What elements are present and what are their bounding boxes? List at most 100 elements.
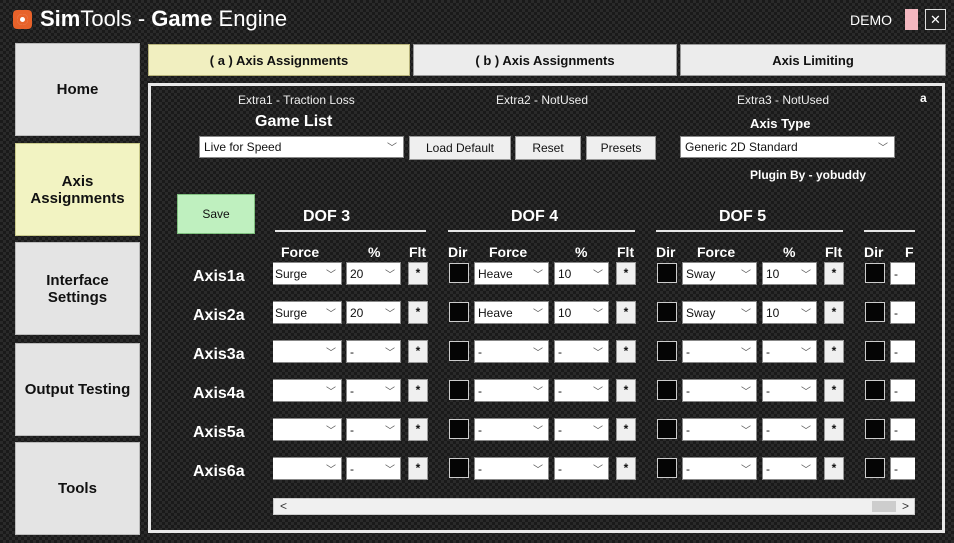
dof3-force-select[interactable]: Surge ﹀ <box>273 301 342 324</box>
presets-button[interactable]: Presets <box>586 136 656 160</box>
dof4-flt-button[interactable]: * <box>616 457 636 480</box>
dof4-force-select[interactable]: - ﹀ <box>474 457 549 480</box>
dof5-dir-checkbox[interactable] <box>657 419 677 439</box>
dof6-force-select[interactable]: -﹀ <box>890 262 915 285</box>
dof5-force-select[interactable]: - ﹀ <box>682 379 757 402</box>
dof4-force-select[interactable]: Heave ﹀ <box>474 262 549 285</box>
dof3-force-select[interactable]: ﹀ <box>273 457 342 480</box>
scroll-left-icon[interactable]: < <box>280 499 287 513</box>
sidebar-item-tools[interactable]: Tools <box>15 442 140 535</box>
tab-axis-limiting[interactable]: Axis Limiting <box>680 44 946 76</box>
dof5-dir-checkbox[interactable] <box>657 302 677 322</box>
dof5-flt-button[interactable]: * <box>824 262 844 285</box>
dof4-percent-select[interactable]: - ﹀ <box>554 340 609 363</box>
dof5-dir-checkbox[interactable] <box>657 263 677 283</box>
dof6-dir-checkbox[interactable] <box>865 458 885 478</box>
axis-label: Axis3a <box>193 346 245 363</box>
dof5-force-select[interactable]: - ﹀ <box>682 340 757 363</box>
dof4-flt-button[interactable]: * <box>616 340 636 363</box>
dof3-force-select[interactable]: ﹀ <box>273 340 342 363</box>
dof4-force-select[interactable]: Heave ﹀ <box>474 301 549 324</box>
dof4-flt-button[interactable]: * <box>616 379 636 402</box>
dof4-percent-select[interactable]: - ﹀ <box>554 379 609 402</box>
dof4-force-select[interactable]: - ﹀ <box>474 340 549 363</box>
dof5-percent-select[interactable]: 10 ﹀ <box>762 301 817 324</box>
dof4-percent-select[interactable]: 10 ﹀ <box>554 301 609 324</box>
dof4-percent-select[interactable]: - ﹀ <box>554 457 609 480</box>
dof6-force-select[interactable]: -﹀ <box>890 340 915 363</box>
dof5-percent-select[interactable]: - ﹀ <box>762 340 817 363</box>
dof5-force-select[interactable]: Sway ﹀ <box>682 301 757 324</box>
dof5-dir-checkbox[interactable] <box>657 458 677 478</box>
dof3-flt-button[interactable]: * <box>408 301 428 324</box>
dof3-percent-select[interactable]: - ﹀ <box>346 340 401 363</box>
dof6-force-select[interactable]: -﹀ <box>890 379 915 402</box>
dof6-dir-checkbox[interactable] <box>865 380 885 400</box>
dof5-dir-checkbox[interactable] <box>657 380 677 400</box>
dof6-force-select[interactable]: -﹀ <box>890 418 915 441</box>
dof5-force-select[interactable]: - ﹀ <box>682 418 757 441</box>
dof4-percent-select[interactable]: 10 ﹀ <box>554 262 609 285</box>
horizontal-scrollbar[interactable]: < > <box>273 498 915 515</box>
dof3-percent-select[interactable]: - ﹀ <box>346 379 401 402</box>
dof3-percent-select[interactable]: 20 ﹀ <box>346 262 401 285</box>
dof3-flt-button[interactable]: * <box>408 340 428 363</box>
dof3-force-select[interactable]: ﹀ <box>273 379 342 402</box>
sidebar-item-interface-settings[interactable]: Interface Settings <box>15 242 140 335</box>
tab-axis-assignments-b[interactable]: ( b ) Axis Assignments <box>413 44 677 76</box>
dof6-dir-checkbox[interactable] <box>865 263 885 283</box>
dof6-dir-checkbox[interactable] <box>865 419 885 439</box>
dof4-dir-checkbox[interactable] <box>449 302 469 322</box>
dof4-flt-button[interactable]: * <box>616 301 636 324</box>
dof4-dir-checkbox[interactable] <box>449 380 469 400</box>
dof5-dir-checkbox[interactable] <box>657 341 677 361</box>
dof5-flt-button[interactable]: * <box>824 418 844 441</box>
sidebar-item-output-testing[interactable]: Output Testing <box>15 343 140 436</box>
dof3-percent-select[interactable]: 20 ﹀ <box>346 301 401 324</box>
dof4-dir-checkbox[interactable] <box>449 458 469 478</box>
dof5-force-select[interactable]: - ﹀ <box>682 457 757 480</box>
game-list-select[interactable]: Live for Speed ﹀ <box>199 136 404 158</box>
chevron-down-icon: ﹀ <box>801 425 811 437</box>
dof3-flt-button[interactable]: * <box>408 418 428 441</box>
chevron-down-icon: ﹀ <box>533 464 543 476</box>
dof4-flt-button[interactable]: * <box>616 418 636 441</box>
dof6-force-select[interactable]: -﹀ <box>890 301 915 324</box>
dof3-force-select[interactable]: ﹀ <box>273 418 342 441</box>
dof5-force-select[interactable]: Sway ﹀ <box>682 262 757 285</box>
dof4-dir-checkbox[interactable] <box>449 341 469 361</box>
dof3-flt-button[interactable]: * <box>408 457 428 480</box>
dof6-force-select[interactable]: -﹀ <box>890 457 915 480</box>
load-default-button[interactable]: Load Default <box>409 136 511 160</box>
close-button[interactable]: ✕ <box>925 9 946 30</box>
dof5-flt-button[interactable]: * <box>824 340 844 363</box>
dof6-dir-checkbox[interactable] <box>865 302 885 322</box>
dof3-percent-select[interactable]: - ﹀ <box>346 457 401 480</box>
dof6-dir-checkbox[interactable] <box>865 341 885 361</box>
dof5-percent-select[interactable]: - ﹀ <box>762 418 817 441</box>
dof3-flt-button[interactable]: * <box>408 379 428 402</box>
dof4-force-select[interactable]: - ﹀ <box>474 379 549 402</box>
dof4-dir-checkbox[interactable] <box>449 419 469 439</box>
dof5-flt-button[interactable]: * <box>824 457 844 480</box>
dof3-force-select[interactable]: Surge ﹀ <box>273 262 342 285</box>
dof4-dir-checkbox[interactable] <box>449 263 469 283</box>
reset-button[interactable]: Reset <box>515 136 581 160</box>
sidebar-item-axis-assignments[interactable]: Axis Assignments <box>15 143 140 236</box>
dof5-percent-select[interactable]: - ﹀ <box>762 457 817 480</box>
dof5-flt-button[interactable]: * <box>824 301 844 324</box>
sidebar-item-home[interactable]: Home <box>15 43 140 136</box>
dof5-percent-select[interactable]: - ﹀ <box>762 379 817 402</box>
dof3-flt-button[interactable]: * <box>408 262 428 285</box>
save-button[interactable]: Save <box>177 194 255 234</box>
dof4-flt-button[interactable]: * <box>616 262 636 285</box>
dof3-percent-select[interactable]: - ﹀ <box>346 418 401 441</box>
scroll-thumb[interactable] <box>872 501 896 512</box>
axis-type-select[interactable]: Generic 2D Standard ﹀ <box>680 136 895 158</box>
dof5-flt-button[interactable]: * <box>824 379 844 402</box>
dof5-percent-select[interactable]: 10 ﹀ <box>762 262 817 285</box>
tab-axis-assignments-a[interactable]: ( a ) Axis Assignments <box>148 44 410 76</box>
dof4-force-select[interactable]: - ﹀ <box>474 418 549 441</box>
scroll-right-icon[interactable]: > <box>902 499 909 513</box>
dof4-percent-select[interactable]: - ﹀ <box>554 418 609 441</box>
